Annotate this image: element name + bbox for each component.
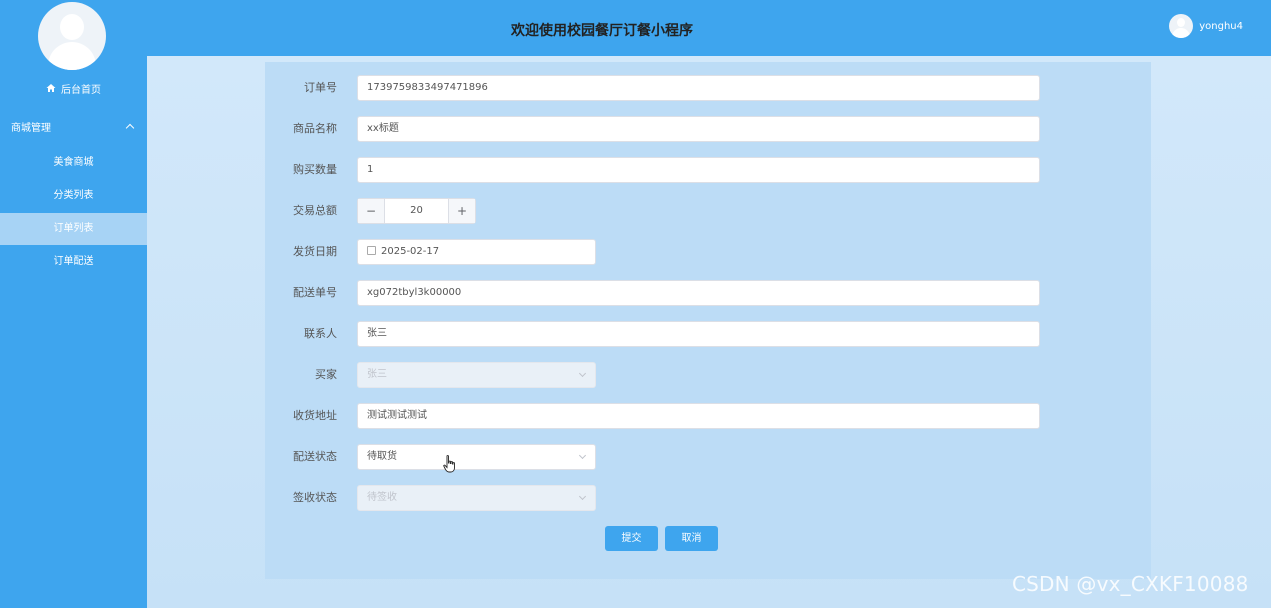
quantity-label: 购买数量 — [293, 163, 337, 176]
sidebar-item-order-list[interactable]: 订单列表 — [0, 213, 147, 245]
address-label: 收货地址 — [293, 409, 337, 422]
decrement-button[interactable]: − — [358, 199, 385, 223]
sign-status-select: 待签收 — [357, 485, 596, 511]
calendar-icon — [367, 245, 376, 255]
watermark: CSDN @vx_CXKF10088 — [1012, 572, 1249, 596]
delivery-no-label: 配送单号 — [293, 286, 337, 299]
avatar-body — [48, 42, 96, 70]
sidebar-item-home[interactable]: 后台首页 — [0, 79, 147, 97]
product-name-input[interactable]: xx标题 — [357, 116, 1040, 142]
sign-status-value: 待签收 — [367, 492, 397, 503]
buyer-value: 张三 — [367, 369, 387, 380]
home-icon — [46, 84, 56, 92]
sidebar-item-food-mall[interactable]: 美食商城 — [0, 147, 147, 179]
order-no-label: 订单号 — [304, 81, 337, 94]
sidebar-item-category-list[interactable]: 分类列表 — [0, 180, 147, 212]
sidebar: 后台首页 商城管理 美食商城 分类列表 订单列表 订单配送 — [0, 0, 147, 608]
increment-button[interactable]: + — [448, 199, 475, 223]
sidebar-group-label: 商城管理 — [11, 122, 51, 134]
avatar-head — [60, 14, 84, 40]
buyer-select: 张三 — [357, 362, 596, 388]
hand-cursor-icon — [443, 455, 455, 473]
sidebar-item-order-delivery[interactable]: 订单配送 — [0, 246, 147, 278]
quantity-input[interactable]: 1 — [357, 157, 1040, 183]
ship-date-picker[interactable]: 2025-02-17 — [357, 239, 596, 265]
username: yonghu4 — [1199, 20, 1243, 32]
total-label: 交易总额 — [293, 204, 337, 217]
sidebar-item-label: 订单配送 — [53, 256, 94, 267]
sidebar-item-label: 美食商城 — [53, 157, 94, 168]
sign-status-label: 签收状态 — [293, 491, 337, 504]
submit-button[interactable]: 提交 — [605, 526, 658, 551]
sidebar-item-label: 后台首页 — [61, 84, 101, 96]
sidebar-group-mall[interactable]: 商城管理 — [0, 116, 147, 136]
delivery-status-value: 待取货 — [367, 451, 397, 462]
delivery-status-label: 配送状态 — [293, 450, 337, 463]
avatar[interactable] — [38, 2, 106, 70]
contact-label: 联系人 — [304, 327, 337, 340]
chevron-down-icon — [578, 369, 587, 378]
chevron-down-icon — [578, 451, 587, 460]
cancel-button[interactable]: 取消 — [665, 526, 718, 551]
contact-input[interactable]: 张三 — [357, 321, 1040, 347]
delivery-status-select[interactable]: 待取货 — [357, 444, 596, 470]
total-value[interactable]: 20 — [385, 199, 448, 223]
address-input[interactable]: 测试测试测试 — [357, 403, 1040, 429]
chevron-up-icon — [125, 123, 135, 132]
top-header: 欢迎使用校园餐厅订餐小程序 yonghu4 — [147, 0, 1271, 56]
delivery-no-input[interactable]: xg072tbyl3k00000 — [357, 280, 1040, 306]
sidebar-item-label: 订单列表 — [53, 223, 94, 234]
total-stepper[interactable]: − 20 + — [357, 198, 476, 224]
buyer-label: 买家 — [315, 368, 337, 381]
product-name-label: 商品名称 — [293, 122, 337, 135]
user-avatar-icon — [1169, 14, 1194, 38]
chevron-down-icon — [578, 492, 587, 501]
order-no-input[interactable]: 1739759833497471896 — [357, 75, 1040, 101]
ship-date-label: 发货日期 — [293, 245, 337, 258]
page-title: 欢迎使用校园餐厅订餐小程序 — [511, 23, 693, 39]
ship-date-value: 2025-02-17 — [381, 246, 440, 257]
sidebar-item-label: 分类列表 — [53, 190, 94, 201]
user-menu[interactable]: yonghu4 — [1169, 14, 1243, 38]
